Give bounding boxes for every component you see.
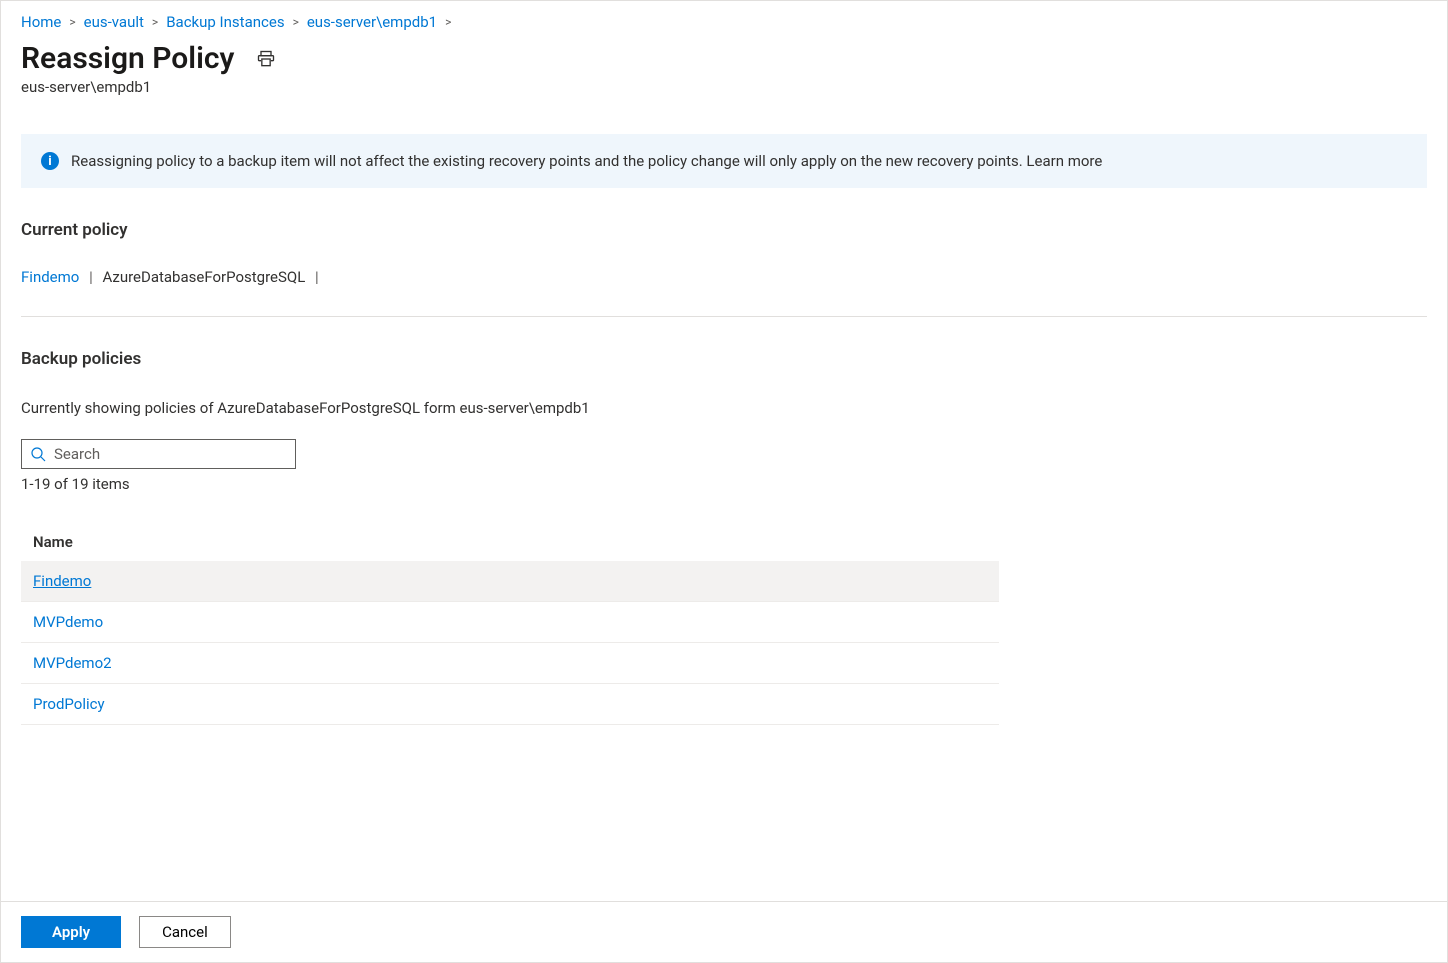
reassign-policy-page: Home > eus-vault > Backup Instances > eu… [0,0,1448,963]
breadcrumb-vault[interactable]: eus-vault [84,13,144,31]
breadcrumb: Home > eus-vault > Backup Instances > eu… [1,13,1447,31]
current-policy-row: Findemo | AzureDatabaseForPostgreSQL | [1,240,1447,316]
page-title: Reassign Policy [21,41,234,76]
table-header-name: Name [21,523,999,561]
table-row[interactable]: MVPdemo2 [21,643,999,684]
current-policy-link[interactable]: Findemo [21,268,79,286]
separator: | [309,268,325,286]
search-input[interactable] [52,444,287,464]
backup-policies-desc: Currently showing policies of AzureDatab… [1,369,1447,417]
cancel-button[interactable]: Cancel [139,916,231,948]
chevron-right-icon: > [69,15,75,29]
table-row[interactable]: ProdPolicy [21,684,999,725]
table-row[interactable]: Findemo [21,561,999,602]
backup-policies-heading: Backup policies [1,317,1447,369]
policy-link[interactable]: ProdPolicy [33,695,105,713]
search-icon [30,446,46,462]
apply-button[interactable]: Apply [21,916,121,948]
info-icon: i [41,152,59,170]
policy-link[interactable]: MVPdemo [33,613,103,631]
info-text: Reassigning policy to a backup item will… [71,152,1102,170]
result-count: 1-19 of 19 items [1,469,1447,493]
current-policy-heading: Current policy [1,188,1447,240]
chevron-right-icon: > [445,15,451,29]
separator: | [83,268,99,286]
policy-table: Name Findemo MVPdemo MVPdemo2 ProdPolicy [21,523,999,725]
print-icon[interactable] [256,49,276,69]
chevron-right-icon: > [293,15,299,29]
info-banner: i Reassigning policy to a backup item wi… [21,134,1427,188]
title-row: Reassign Policy [1,31,1447,76]
page-subtitle: eus-server\empdb1 [1,76,1447,96]
policy-link[interactable]: Findemo [33,572,91,590]
table-row[interactable]: MVPdemo [21,602,999,643]
chevron-right-icon: > [152,15,158,29]
breadcrumb-backup-instances[interactable]: Backup Instances [166,13,284,31]
current-policy-type: AzureDatabaseForPostgreSQL [103,268,306,286]
breadcrumb-instance[interactable]: eus-server\empdb1 [307,13,437,31]
breadcrumb-home[interactable]: Home [21,13,61,31]
search-box[interactable] [21,439,296,469]
footer: Apply Cancel [1,901,1447,962]
policy-link[interactable]: MVPdemo2 [33,654,112,672]
